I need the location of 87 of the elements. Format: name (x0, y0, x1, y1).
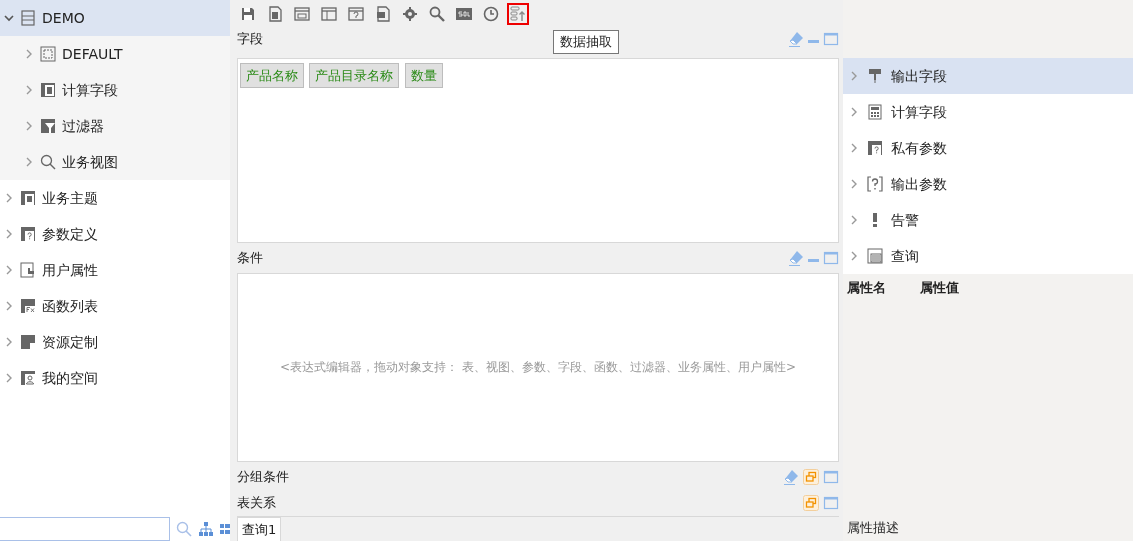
tree-item-label: 过滤器 (62, 116, 104, 136)
field-chip[interactable]: 产品目录名称 (309, 62, 400, 89)
tree-item-label: 业务主题 (42, 188, 98, 208)
tree-item[interactable]: 资源定制 (0, 324, 230, 360)
parameter-icon (867, 140, 883, 156)
resource-icon (20, 334, 36, 350)
search-icon (429, 5, 445, 22)
expand-chevron-icon (849, 107, 859, 117)
tree-item-label: 函数列表 (42, 296, 98, 316)
column-header: 属性名 (847, 279, 886, 297)
query-tab[interactable]: 查询1 (237, 516, 282, 541)
outline-item-label: 输出参数 (891, 174, 947, 194)
editor-placeholder: <表达式编辑器，拖动对象支持： 表、视图、参数、字段、函数、过滤器、业务属性、用户属性> (280, 359, 796, 377)
save-as-icon (267, 5, 283, 22)
outline-item[interactable]: 私有参数 (843, 130, 1133, 166)
help-window-icon (348, 5, 364, 22)
topic-icon (20, 190, 36, 206)
tree-item[interactable]: 过滤器 (0, 108, 230, 144)
tree-item[interactable]: 参数定义 (0, 216, 230, 252)
field-chip[interactable]: 产品名称 (240, 62, 304, 89)
tree-item-label: 计算字段 (62, 80, 118, 100)
sql-icon (456, 5, 472, 22)
expand-chevron-icon (849, 251, 859, 261)
tree-item[interactable]: DEMO (0, 0, 230, 36)
tree-item-label: 用户属性 (42, 260, 98, 280)
tree-item[interactable]: 计算字段 (0, 72, 230, 108)
search-field[interactable] (0, 517, 170, 541)
outline-item[interactable]: 查询 (843, 238, 1133, 274)
function-icon (20, 298, 36, 314)
tree-item[interactable]: 我的空间 (0, 360, 230, 396)
maximize-icon (823, 494, 839, 511)
bracket-question-icon (867, 176, 883, 192)
clock-icon (483, 5, 499, 22)
tree-item[interactable]: 用户属性 (0, 252, 230, 288)
tree-item[interactable]: 业务视图 (0, 144, 230, 180)
expand-chevron-icon (849, 143, 859, 153)
expand-chevron-icon (849, 71, 859, 81)
document-icon (375, 5, 391, 22)
outline-item-label: 输出字段 (891, 66, 947, 86)
tree-item-label: 我的空间 (42, 368, 98, 388)
outline-item[interactable]: 计算字段 (843, 94, 1133, 130)
expand-chevron-icon (849, 179, 859, 189)
layout-icon (294, 5, 310, 22)
tree-item-label: DEFAULT (62, 44, 123, 64)
field-chip[interactable]: 数量 (404, 62, 443, 89)
outline-item-label: 计算字段 (891, 102, 947, 122)
parameter-icon (20, 226, 36, 242)
outline-item-label: 查询 (891, 246, 919, 266)
outline-item[interactable]: 输出参数 (843, 166, 1133, 202)
tree-item[interactable]: 函数列表 (0, 288, 230, 324)
eraser-icon (788, 30, 804, 47)
toolbar-button[interactable] (507, 2, 529, 25)
extract-icon (510, 5, 526, 22)
maximize-icon (823, 30, 839, 47)
tree-item[interactable]: 业务主题 (0, 180, 230, 216)
outline-item-label: 私有参数 (891, 138, 947, 158)
outline-item-label: 告警 (891, 210, 919, 230)
outline-item[interactable]: 输出字段 (843, 58, 1133, 94)
eraser-icon (788, 249, 804, 266)
expand-chevron-icon (849, 215, 859, 225)
pin-icon (867, 68, 883, 84)
filter-icon (40, 118, 56, 134)
maximize-icon (823, 249, 839, 266)
column-header: 属性值 (920, 279, 959, 297)
search-icon (176, 521, 192, 537)
user-icon (20, 370, 36, 386)
description-label: 属性描述 (846, 518, 900, 537)
query-icon (867, 248, 883, 264)
outline-item[interactable]: 告警 (843, 202, 1133, 238)
panel-title: 条件 (237, 249, 263, 267)
tree-item-label: DEMO (42, 8, 85, 28)
hierarchy-icon (198, 521, 214, 537)
tree-item-label: 业务视图 (62, 152, 118, 172)
panel-title: 字段 (237, 29, 263, 48)
table-icon (321, 5, 337, 22)
tree-item-label: 参数定义 (42, 224, 98, 244)
save-icon (240, 5, 256, 22)
eraser-icon (783, 468, 799, 485)
tree-item[interactable]: DEFAULT (0, 36, 230, 72)
grid-icon (40, 46, 56, 62)
tooltip: 数据抽取 (553, 30, 619, 54)
maximize-icon (823, 468, 839, 485)
panel-title: 表关系 (237, 493, 276, 512)
panel-title: 分组条件 (237, 468, 289, 487)
search-icon (40, 154, 56, 170)
tree-item-label: 资源定制 (42, 332, 98, 352)
database-icon (20, 10, 36, 26)
